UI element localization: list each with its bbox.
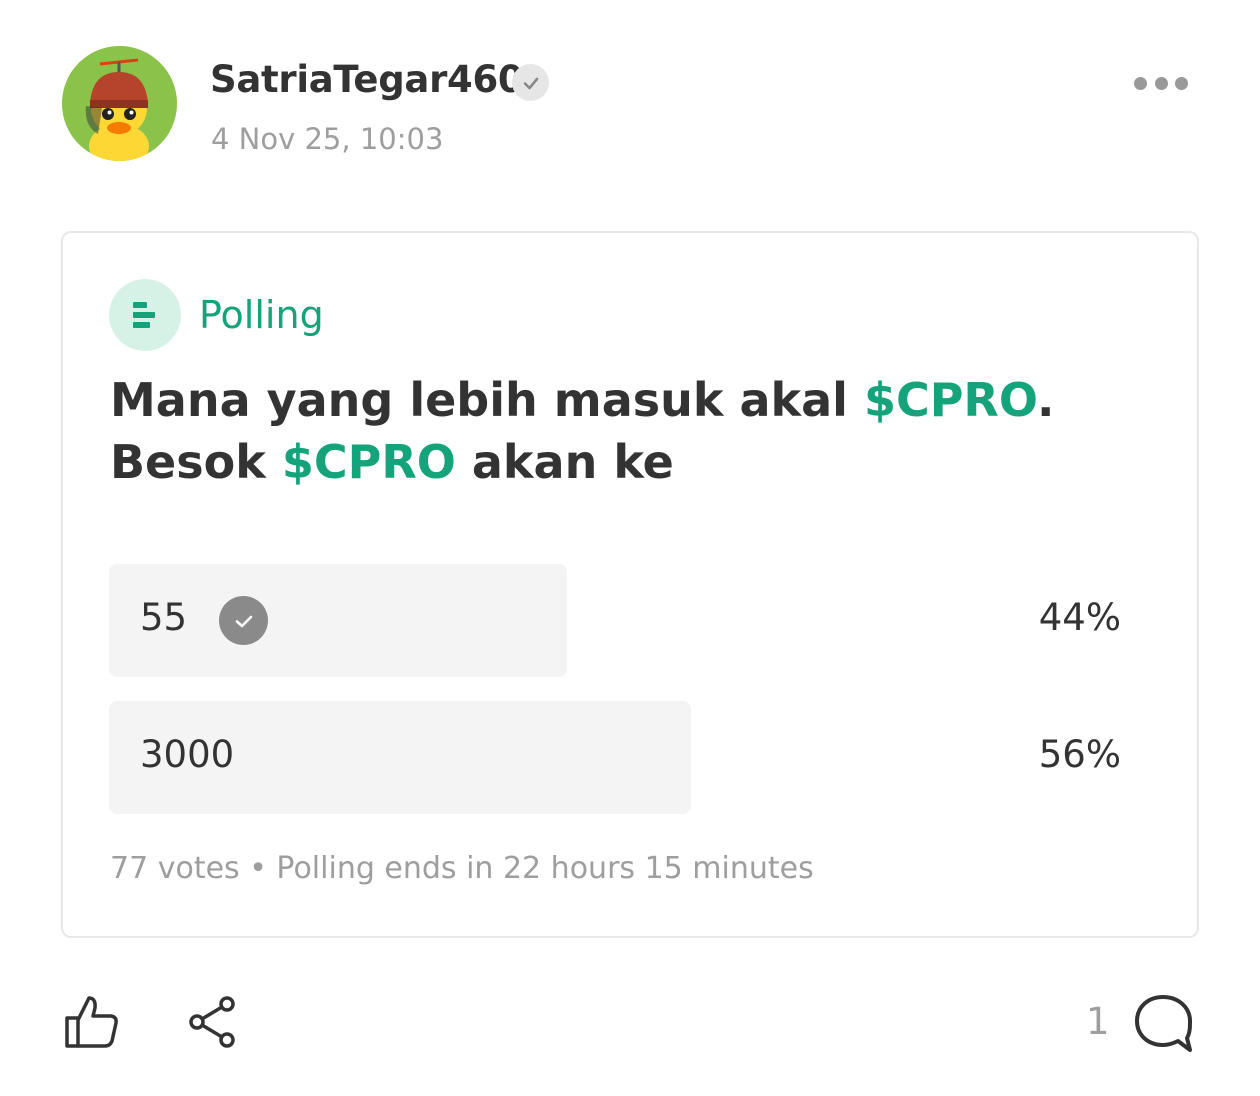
poll-option-percent: 44% bbox=[1038, 596, 1121, 639]
poll-bars-icon bbox=[109, 279, 181, 351]
share-icon[interactable] bbox=[186, 994, 240, 1054]
poll-question: Mana yang lebih masuk akal $CPRO. Besok … bbox=[110, 369, 1150, 493]
question-text: akan ke bbox=[455, 435, 674, 489]
check-circle-icon bbox=[219, 596, 268, 645]
post-actions: 1 bbox=[0, 980, 1260, 1080]
poll-label: Polling bbox=[199, 293, 324, 337]
poll-footer: 77 votes • Polling ends in 22 hours 15 m… bbox=[110, 851, 814, 886]
poll-card: Polling Mana yang lebih masuk akal $CPRO… bbox=[61, 231, 1199, 938]
ticker-link[interactable]: $CPRO bbox=[282, 435, 456, 489]
post-timestamp: 4 Nov 25, 10:03 bbox=[211, 122, 444, 156]
poll-option-label: 55 bbox=[140, 596, 188, 639]
duck-avatar-image bbox=[62, 46, 177, 161]
comment-bubble-icon[interactable] bbox=[1132, 992, 1194, 1058]
thumbs-up-icon[interactable] bbox=[62, 992, 120, 1054]
poll-option[interactable]: 3000 56% bbox=[109, 701, 1121, 814]
poll-option-percent: 56% bbox=[1038, 733, 1121, 776]
more-horizontal-icon[interactable] bbox=[1128, 66, 1194, 100]
ticker-link[interactable]: $CPRO bbox=[864, 373, 1037, 427]
check-badge-icon bbox=[512, 64, 549, 101]
more-dot bbox=[1154, 76, 1168, 90]
avatar[interactable] bbox=[62, 46, 177, 161]
more-dot bbox=[1134, 76, 1147, 90]
post-header: SatriaTegar460 4 Nov 25, 10:03 bbox=[0, 0, 1260, 200]
question-text: Mana yang lebih masuk akal bbox=[110, 373, 864, 427]
comment-count: 1 bbox=[1086, 1000, 1110, 1043]
username[interactable]: SatriaTegar460 bbox=[210, 58, 524, 101]
more-dot bbox=[1175, 76, 1188, 90]
question-text: Besok bbox=[110, 435, 282, 489]
poll-option-label: 3000 bbox=[140, 733, 235, 776]
poll-option[interactable]: 55 44% bbox=[109, 564, 1121, 677]
question-text: . bbox=[1036, 373, 1055, 427]
